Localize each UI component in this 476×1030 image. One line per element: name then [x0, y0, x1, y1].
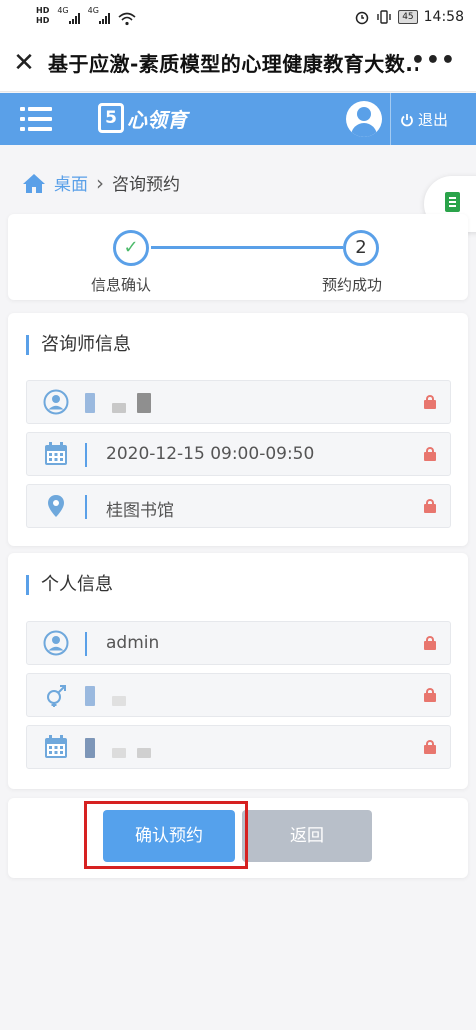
action-bar: 确认预约 返回	[8, 798, 468, 878]
personal-info-section: 个人信息 admin	[8, 553, 468, 789]
lock-icon	[424, 447, 436, 461]
breadcrumb-home-link[interactable]: 桌面	[54, 170, 88, 195]
vibrate-icon	[377, 10, 391, 24]
close-icon[interactable]: ✕	[12, 48, 36, 78]
logo-text: 心领育	[127, 107, 187, 132]
field-divider	[85, 443, 87, 467]
breadcrumb-separator: ›	[96, 170, 104, 195]
redacted-block	[112, 748, 126, 758]
gender-field	[26, 673, 451, 717]
app-logo: 5 心领育	[98, 103, 187, 133]
logout-label: 退出	[418, 111, 449, 129]
lock-icon	[424, 395, 436, 409]
appointment-time-value: 2020-12-15 09:00-09:50	[106, 444, 315, 464]
breadcrumb: 桌面 › 咨询预约	[22, 170, 180, 195]
username-field: admin	[26, 621, 451, 665]
calendar-icon	[45, 735, 67, 758]
counselor-info-section: 咨询师信息 2020-12-15 09:00-09:50 桂图书馆	[8, 313, 468, 546]
home-icon[interactable]	[22, 172, 46, 194]
redacted-block	[85, 686, 95, 706]
divider	[390, 93, 391, 145]
redacted-block	[137, 393, 151, 413]
progress-steps: ✓ 2 信息确认 预约成功	[8, 214, 468, 300]
field-divider	[85, 632, 87, 656]
signal-icon	[98, 12, 110, 24]
username-value: admin	[106, 633, 160, 653]
section-title: 咨询师信息	[26, 335, 131, 355]
page-title: 基于应激-素质模型的心理健康教育大数...	[48, 52, 418, 76]
step-label: 预约成功	[322, 276, 383, 294]
birthdate-field	[26, 725, 451, 769]
battery-icon: 45	[398, 10, 418, 24]
highlight-box	[84, 801, 248, 869]
avatar[interactable]	[346, 101, 382, 137]
sim-label: HD	[36, 16, 50, 25]
user-circle-icon	[43, 389, 69, 415]
title-bar: ✕ 基于应激-素质模型的心理健康教育大数... •••	[0, 36, 476, 92]
redacted-block	[112, 403, 126, 413]
power-icon	[401, 113, 413, 126]
lock-icon	[424, 740, 436, 754]
location-field: 桂图书馆	[26, 484, 451, 528]
logo-mark-icon: 5	[98, 103, 124, 133]
breadcrumb-current: 咨询预约	[112, 175, 180, 195]
app-header: 5 心领育 退出	[0, 93, 476, 145]
wifi-icon	[118, 12, 136, 26]
step-marker-pending: 2	[343, 230, 379, 266]
appointment-time-field: 2020-12-15 09:00-09:50	[26, 432, 451, 476]
sim-label: HD	[36, 6, 50, 15]
redacted-block	[112, 696, 126, 706]
network-type: 4G	[57, 6, 69, 15]
back-button[interactable]: 返回	[242, 810, 372, 862]
alarm-icon	[355, 11, 369, 25]
document-icon	[445, 192, 460, 212]
clock: 14:58	[423, 9, 464, 25]
more-icon[interactable]: •••	[411, 48, 456, 73]
step-label: 信息确认	[91, 276, 152, 294]
logout-button[interactable]: 退出	[400, 109, 448, 130]
user-circle-icon	[43, 630, 69, 656]
step-marker-done: ✓	[113, 230, 149, 266]
network-indicators: HD HD 4G 4G	[36, 6, 136, 26]
counselor-name-field	[26, 380, 451, 424]
menu-icon[interactable]	[20, 106, 52, 132]
location-value: 桂图书馆	[106, 501, 174, 521]
redacted-block	[85, 738, 95, 758]
lock-icon	[424, 636, 436, 650]
location-pin-icon	[48, 495, 64, 517]
lock-icon	[424, 499, 436, 513]
status-bar: HD HD 4G 4G 45 14:58	[0, 0, 476, 36]
gender-icon	[47, 685, 66, 707]
field-divider	[85, 495, 87, 519]
calendar-icon	[45, 442, 67, 465]
step-connector	[151, 246, 343, 249]
section-title: 个人信息	[26, 575, 113, 595]
redacted-block	[137, 748, 151, 758]
redacted-block	[85, 393, 95, 413]
signal-icon	[68, 12, 80, 24]
network-type: 4G	[87, 6, 99, 15]
lock-icon	[424, 688, 436, 702]
